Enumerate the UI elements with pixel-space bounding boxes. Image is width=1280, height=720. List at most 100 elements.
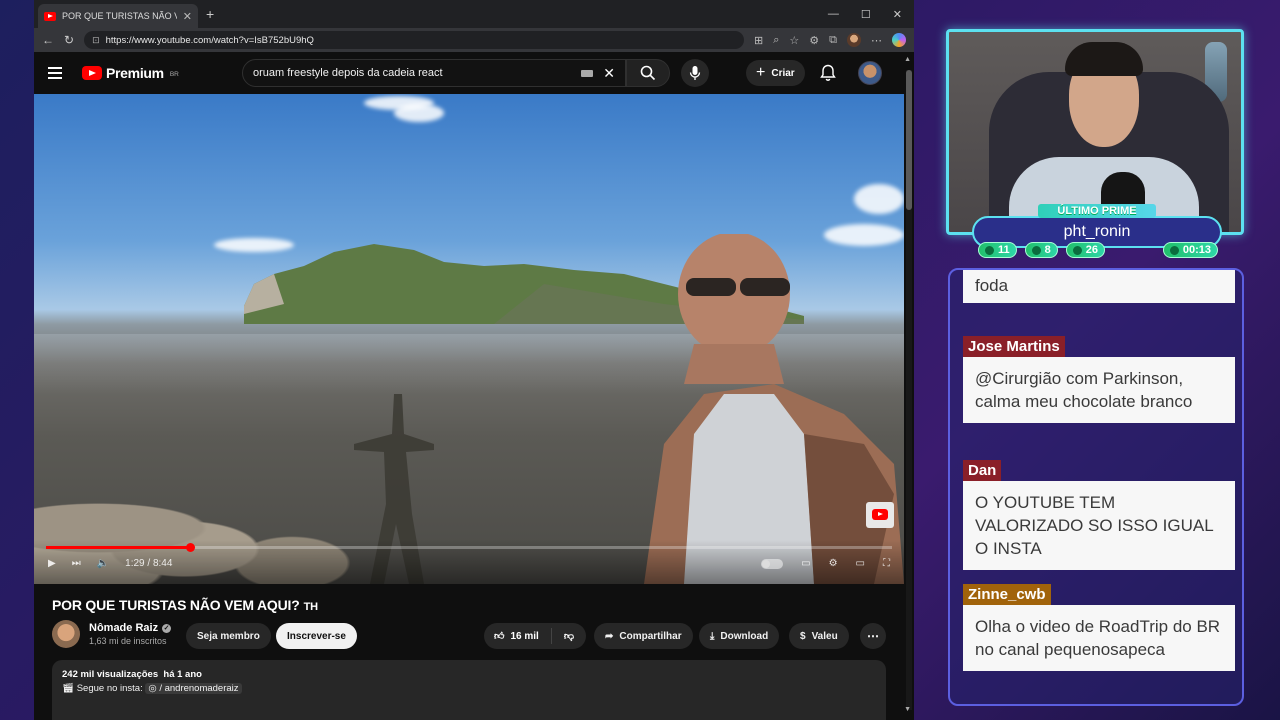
thanks-label: Valeu (811, 630, 838, 642)
maximize-icon[interactable]: ☐ (861, 8, 871, 21)
close-window-icon[interactable]: ✕ (893, 8, 902, 21)
autoplay-toggle[interactable] (761, 558, 784, 569)
copilot-icon[interactable] (892, 33, 906, 47)
video-title-text: POR QUE TURISTAS NÃO VEM AQUI? (52, 597, 300, 613)
subscribe-watermark-icon (872, 509, 888, 520)
timer-value: 00:13 (1182, 244, 1211, 256)
zoom-icon[interactable]: ⌕ (773, 34, 779, 47)
cloud (394, 104, 444, 122)
subtitles-icon[interactable]: ▭ (801, 558, 810, 569)
url-field[interactable]: ⊡ https://www.youtube.com/watch?v=IsB752… (84, 31, 744, 49)
reload-icon[interactable]: ↻ (64, 33, 74, 47)
download-label: Download (720, 630, 769, 642)
more-actions-button[interactable]: ⋯ (860, 623, 886, 649)
progress-bar[interactable] (46, 543, 892, 552)
thanks-button[interactable]: $ Valeu (789, 623, 849, 649)
play-icon[interactable]: ▶ (48, 558, 56, 569)
stat-chat: 8 (1024, 242, 1058, 258)
like-button[interactable]: 👍︎ 16 mil (484, 628, 552, 644)
chat-message-text: O YOUTUBE TEM VALORIZADO SO ISSO IGUAL O… (963, 481, 1235, 570)
scrubber-handle[interactable] (185, 543, 195, 552)
chat-message-text: Olha o video de RoadTrip do BR no canal … (963, 605, 1235, 671)
insta-handle: / andrenomaderaiz (159, 683, 239, 694)
site-info-icon[interactable]: ⊡ (92, 35, 100, 46)
streamer-hair-image (1065, 42, 1143, 76)
video-title: POR QUE TURISTAS NÃO VEM AQUI? TH (52, 597, 318, 613)
volume-icon[interactable]: 🔈 (97, 558, 109, 569)
insta-line: 🎬︎ Segue no insta: ◎ / andrenomaderaiz (62, 683, 876, 694)
youtube-header: Premium BR oruam freestyle depois da cad… (34, 52, 914, 94)
chat-message: Dan O YOUTUBE TEM VALORIZADO SO ISSO IGU… (963, 460, 1235, 570)
download-icon: ⤓ (710, 630, 715, 642)
controls-row: ▶ ⏭ 🔈 1:29 / 8:44 ▭ ⚙ ▭ ⛶ (48, 558, 890, 569)
browser-tab[interactable]: POR QUE TURISTAS NÃO VEM AQ ✕ (38, 4, 198, 28)
description-box[interactable]: 242 mil visualizações há 1 ano 🎬︎ Segue … (52, 660, 886, 720)
badge-stats: 11 8 26 00:13 (978, 242, 1218, 258)
like-dislike-group: 👍︎ 16 mil 👎︎ (484, 623, 586, 649)
favorite-star-icon[interactable]: ☆ (789, 34, 799, 47)
extensions-icon[interactable]: ⚙ (809, 34, 819, 47)
download-button[interactable]: ⤓ Download (699, 623, 780, 649)
share-button[interactable]: ➦ Compartilhar (594, 623, 693, 649)
channel-name[interactable]: Nômade Raiz ✓ (89, 622, 172, 634)
profile-avatar[interactable] (847, 33, 861, 47)
upload-age: há 1 ano (163, 669, 202, 680)
scrollbar-thumb[interactable] (906, 70, 912, 210)
settings-gear-icon[interactable]: ⚙ (829, 558, 838, 569)
share-label: Compartilhar (619, 630, 682, 642)
country-code: BR (169, 71, 179, 78)
chat-message: Jose Martins @Cirurgião com Parkinson, c… (963, 336, 1235, 423)
youtube-logo[interactable]: Premium BR (82, 65, 179, 81)
viewers-icon (1072, 245, 1082, 255)
keyboard-icon[interactable] (581, 69, 594, 77)
video-player[interactable]: ▶ ⏭ 🔈 1:29 / 8:44 ▭ ⚙ ▭ ⛶ (34, 94, 904, 584)
back-icon[interactable]: ← (42, 33, 54, 47)
minimize-icon[interactable]: — (828, 8, 839, 21)
stat-viewers: 26 (1065, 242, 1106, 258)
scroll-down-arrow-icon[interactable]: ▼ (904, 706, 911, 713)
channel-name-text: Nômade Raiz (89, 622, 159, 634)
page-scrollbar[interactable] (906, 70, 912, 710)
theater-mode-icon[interactable]: ▭ (856, 558, 865, 569)
view-count: 242 mil visualizações (62, 669, 159, 680)
account-avatar[interactable] (858, 61, 882, 85)
channel-watermark[interactable] (866, 502, 894, 528)
chat-bubble-icon (1031, 245, 1041, 255)
time-display: 1:29 / 8:44 (125, 558, 173, 569)
stat-value: 11 (998, 244, 1010, 256)
dislike-button[interactable]: 👎︎ (552, 630, 586, 642)
stat-timer: 00:13 (1162, 242, 1218, 258)
twitch-icon (985, 245, 994, 255)
chat-author: Dan (963, 460, 1002, 481)
url-text: https://www.youtube.com/watch?v=IsB752bU… (105, 34, 314, 46)
browser-window: POR QUE TURISTAS NÃO VEM AQ ✕ + — ☐ ✕ ← … (34, 0, 914, 720)
notifications-bell-icon[interactable] (820, 64, 836, 82)
create-button[interactable]: + Criar (746, 60, 805, 86)
fullscreen-icon[interactable]: ⛶ (883, 558, 890, 569)
split-screen-icon[interactable]: ⧉ (829, 34, 837, 47)
app-available-icon[interactable]: ⊞ (754, 34, 763, 47)
clear-search-icon[interactable]: ✕ (603, 65, 615, 82)
more-menu-icon[interactable]: ⋯ (871, 34, 882, 47)
youtube-play-icon (82, 66, 102, 80)
chat-message: Zinne_cwb Olha o video de RoadTrip do BR… (963, 584, 1235, 671)
search-button[interactable] (626, 59, 670, 87)
search-input[interactable]: oruam freestyle depois da cadeia react ✕ (242, 59, 626, 87)
subscribe-button[interactable]: Inscrever-se (276, 623, 357, 649)
join-member-button[interactable]: Seja membro (186, 623, 271, 649)
verified-check-icon: ✓ (162, 623, 172, 633)
menu-icon[interactable] (48, 67, 62, 79)
youtube-favicon-icon (44, 11, 56, 21)
scroll-up-arrow-icon[interactable]: ▲ (904, 56, 911, 63)
voice-search-button[interactable] (681, 59, 709, 87)
window-controls: — ☐ ✕ (828, 8, 914, 21)
channel-avatar[interactable] (52, 620, 80, 648)
close-tab-icon[interactable]: ✕ (183, 10, 192, 23)
new-tab-button[interactable]: + (206, 6, 214, 22)
instagram-link[interactable]: ◎ / andrenomaderaiz (145, 683, 242, 694)
next-icon[interactable]: ⏭ (72, 558, 81, 569)
tab-bar: POR QUE TURISTAS NÃO VEM AQ ✕ + — ☐ ✕ (34, 0, 914, 28)
search-query: oruam freestyle depois da cadeia react (253, 67, 443, 79)
toolbar-icons: ⊞ ⌕ ☆ ⚙ ⧉ ⋯ (754, 33, 906, 47)
create-label: Criar (771, 67, 795, 79)
